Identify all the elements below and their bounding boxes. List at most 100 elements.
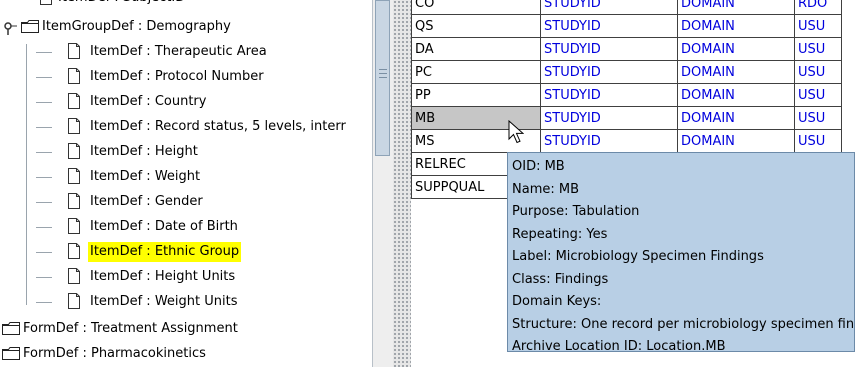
table-cell[interactable]: RDO xyxy=(794,0,842,15)
tree-node-itemdef[interactable]: ItemDef : Country xyxy=(0,90,372,114)
tree-node-itemdef[interactable]: ItemDef : Ethnic Group xyxy=(0,240,372,264)
document-icon xyxy=(68,268,80,284)
tooltip-name: Name: MB xyxy=(512,181,579,197)
table-cell[interactable]: USU xyxy=(794,37,842,61)
table-cell[interactable]: STUDYID xyxy=(540,106,678,130)
expanded-handle-icon[interactable] xyxy=(3,21,17,35)
tree-vertical-scrollbar[interactable] xyxy=(372,0,393,367)
table-row[interactable]: QS STUDYID DOMAIN USU xyxy=(411,14,842,38)
document-icon xyxy=(68,218,80,234)
tree-node-form-treatment-assignment[interactable]: FormDef : Treatment Assignment xyxy=(0,317,372,341)
folder-icon xyxy=(21,20,39,33)
tree-node-form-pharmacokinetics[interactable]: FormDef : Pharmacokinetics xyxy=(0,342,372,366)
tree-node-subjectid[interactable]: ItemDef : SubjectID xyxy=(0,0,372,10)
table-cell[interactable]: STUDYID xyxy=(540,14,678,38)
domain-cell[interactable]: PP xyxy=(411,83,541,107)
tree-node-itemdef[interactable]: ItemDef : Height Units xyxy=(0,265,372,289)
tree-node-label: ItemDef : Height Units xyxy=(90,269,236,284)
tree-node-itemdef[interactable]: ItemDef : Weight Units xyxy=(0,290,372,314)
tree-node-itemdef[interactable]: ItemDef : Gender xyxy=(0,190,372,214)
table-row[interactable]: MS STUDYID DOMAIN USU xyxy=(411,129,842,153)
tree-node-itemdef[interactable]: ItemDef : Weight xyxy=(0,165,372,189)
tree-node-label: ItemDef : Therapeutic Area xyxy=(90,44,267,59)
tree-connector xyxy=(36,77,52,78)
table-cell[interactable]: DOMAIN xyxy=(677,14,795,38)
document-icon xyxy=(68,43,80,59)
table-cell[interactable]: DOMAIN xyxy=(677,106,795,130)
table-cell[interactable]: STUDYID xyxy=(540,129,678,153)
table-cell[interactable]: STUDYID xyxy=(540,60,678,84)
document-icon xyxy=(68,168,80,184)
table-cell[interactable]: USU xyxy=(794,106,842,130)
tree-connector xyxy=(36,177,52,178)
tree-node-itemgroup-demography[interactable]: ItemGroupDef : Demography xyxy=(0,15,372,39)
tree-node-label: ItemDef : Ethnic Group xyxy=(88,242,242,262)
tree-node-label: ItemGroupDef : Demography xyxy=(42,19,231,34)
tree-node-label: ItemDef : Height xyxy=(90,144,198,159)
document-icon xyxy=(68,68,80,84)
tooltip-archive: Archive Location ID: Location.MB xyxy=(512,339,726,352)
tree-connector xyxy=(36,102,52,103)
tooltip-domain-keys: Domain Keys: xyxy=(512,294,602,309)
tree-node-label: ItemDef : Weight Units xyxy=(90,294,238,309)
table-row[interactable]: CO STUDYID DOMAIN RDO xyxy=(411,0,842,15)
table-cell[interactable]: USU xyxy=(794,129,842,153)
tooltip-purpose: Purpose: Tabulation xyxy=(512,204,640,219)
tree-node-label: ItemDef : Date of Birth xyxy=(90,219,238,234)
document-icon xyxy=(68,93,80,109)
tree-node-itemdef[interactable]: ItemDef : Record status, 5 levels, inter… xyxy=(0,115,372,139)
tree-node-itemdef[interactable]: ItemDef : Date of Birth xyxy=(0,215,372,239)
domain-cell[interactable]: CO xyxy=(411,0,541,15)
table-cell[interactable]: STUDYID xyxy=(540,0,678,15)
tree-connector xyxy=(36,127,52,128)
tree-connector xyxy=(36,302,52,303)
tree-node-label: ItemDef : Country xyxy=(90,94,207,109)
tooltip-class: Class: Findings xyxy=(512,271,609,287)
domain-cell[interactable]: QS xyxy=(411,14,541,38)
split-pane-divider[interactable] xyxy=(393,0,411,367)
tree-node-itemdef[interactable]: ItemDef : Protocol Number xyxy=(0,65,372,89)
tree-node-label: ItemDef : SubjectID xyxy=(56,0,187,8)
tree-connector xyxy=(36,277,52,278)
mouse-pointer-icon xyxy=(508,120,524,144)
table-cell[interactable]: STUDYID xyxy=(540,83,678,107)
document-icon xyxy=(68,143,80,159)
document-icon xyxy=(68,293,80,309)
tree-connector xyxy=(36,202,52,203)
table-row[interactable]: DA STUDYID DOMAIN USU xyxy=(411,37,842,61)
table-cell[interactable]: USU xyxy=(794,60,842,84)
tree-connector xyxy=(36,152,52,153)
table-cell[interactable]: DOMAIN xyxy=(677,0,795,15)
tree-connector xyxy=(36,227,52,228)
table-cell[interactable]: DOMAIN xyxy=(677,37,795,61)
document-icon xyxy=(40,0,52,5)
table-row[interactable]: MB STUDYID DOMAIN USU xyxy=(411,106,842,130)
tooltip-label: Label: Microbiology Specimen Findings xyxy=(512,249,764,264)
table-cell[interactable]: DOMAIN xyxy=(677,60,795,84)
tree-node-itemdef[interactable]: ItemDef : Height xyxy=(0,140,372,164)
document-icon xyxy=(68,118,80,134)
table-cell[interactable]: USU xyxy=(794,14,842,38)
tooltip-oid: OID: MB xyxy=(512,159,565,174)
domain-cell[interactable]: DA xyxy=(411,37,541,61)
tree-node-itemdef[interactable]: ItemDef : Therapeutic Area xyxy=(0,40,372,64)
tree-node-label: FormDef : Pharmacokinetics xyxy=(23,346,206,361)
folder-icon xyxy=(2,347,20,360)
domain-cell[interactable]: PC xyxy=(411,60,541,84)
table-cell[interactable]: DOMAIN xyxy=(677,83,795,107)
document-icon xyxy=(68,193,80,209)
tooltip-repeating: Repeating: Yes xyxy=(512,226,608,242)
folder-icon xyxy=(2,322,20,335)
table-row[interactable]: PC STUDYID DOMAIN USU xyxy=(411,60,842,84)
table-cell[interactable]: USU xyxy=(794,83,842,107)
table-cell[interactable]: STUDYID xyxy=(540,37,678,61)
tree-connector xyxy=(36,52,52,53)
tree-node-label: FormDef : Treatment Assignment xyxy=(23,321,238,336)
tooltip-structure: Structure: One record per microbiology s… xyxy=(512,316,855,332)
tree-panel: ItemDef : SubjectID ItemGroupDef : Demog… xyxy=(0,0,372,367)
table-cell[interactable]: DOMAIN xyxy=(677,129,795,153)
tree-node-label: ItemDef : Gender xyxy=(90,194,203,209)
domain-tooltip: OID: MB Name: MB Purpose: Tabulation Rep… xyxy=(507,152,855,352)
table-row[interactable]: PP STUDYID DOMAIN USU xyxy=(411,83,842,107)
scrollbar-thumb[interactable] xyxy=(375,0,390,156)
